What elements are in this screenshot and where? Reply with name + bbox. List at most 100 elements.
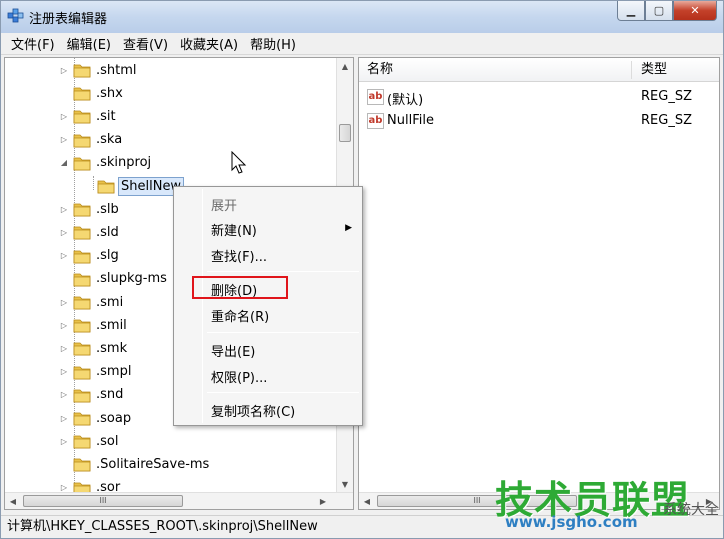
tree-item-label: .smil — [96, 317, 127, 333]
tree-item[interactable]: .SolitaireSave-ms — [59, 453, 211, 475]
menu-file[interactable]: 文件(F) — [5, 34, 61, 53]
submenu-arrow-icon: ▶ — [345, 223, 352, 233]
list-item[interactable]: ab (默认) REG_SZ — [359, 86, 719, 108]
tree-item[interactable]: ▷ .sol — [59, 430, 120, 452]
tree-item-label: .smk — [96, 340, 128, 356]
menu-bar: 文件(F) 编辑(E) 查看(V) 收藏夹(A) 帮助(H) — [1, 33, 723, 55]
folder-icon — [73, 410, 91, 426]
title-bar[interactable]: 注册表编辑器 ▁ ▢ ✕ — [1, 1, 723, 33]
scroll-down-arrow-icon[interactable]: ▼ — [337, 476, 353, 493]
tree-item[interactable]: ▷ .smi — [59, 291, 125, 313]
watermark-url: www.jsgho.com — [505, 513, 638, 531]
list-header: 名称 类型 — [359, 58, 719, 82]
scroll-up-arrow-icon[interactable]: ▲ — [337, 58, 353, 75]
tree-item[interactable]: ▷ .slg — [59, 245, 121, 267]
tree-item-label: .SolitaireSave-ms — [96, 456, 210, 472]
folder-icon — [73, 85, 91, 101]
expand-arrow-icon[interactable]: ▷ — [59, 320, 69, 330]
close-button[interactable]: ✕ — [673, 1, 717, 21]
menu-item-new[interactable]: 新建(N) — [211, 220, 257, 239]
tree-item[interactable]: ▷ .smk — [59, 337, 129, 359]
expand-arrow-icon[interactable]: ▷ — [59, 367, 69, 377]
menu-item-export[interactable]: 导出(E) — [211, 341, 255, 360]
tree-item[interactable]: ShellNew — [83, 175, 185, 197]
tree-item[interactable]: .slupkg-ms — [59, 268, 169, 290]
folder-icon — [73, 155, 91, 171]
list-item[interactable]: ab NullFile REG_SZ — [359, 110, 719, 132]
tree-item[interactable]: ▷ .soap — [59, 407, 133, 429]
folder-icon — [73, 201, 91, 217]
tree-scroll-thumb[interactable] — [339, 124, 351, 142]
menu-item-find[interactable]: 查找(F)... — [211, 246, 267, 265]
expand-arrow-icon[interactable]: ▷ — [59, 251, 69, 261]
tree-item[interactable]: ▷ .smil — [59, 314, 129, 336]
tree-item[interactable]: ▷ .snd — [59, 384, 125, 406]
folder-icon — [73, 456, 91, 472]
expand-arrow-icon[interactable]: ▷ — [59, 65, 69, 75]
tree-item[interactable]: ▷ .smpl — [59, 361, 133, 383]
column-header-type[interactable]: 类型 — [633, 58, 667, 82]
menu-separator — [207, 332, 359, 333]
menu-item-permissions[interactable]: 权限(P)... — [211, 367, 267, 386]
tree-item-label: .shtml — [96, 62, 137, 78]
expand-arrow-icon[interactable]: ▷ — [59, 436, 69, 446]
expand-arrow-icon[interactable]: ▷ — [59, 135, 69, 145]
expand-arrow-icon[interactable]: ▷ — [59, 204, 69, 214]
folder-icon — [73, 271, 91, 287]
value-type: REG_SZ — [641, 89, 692, 104]
folder-icon — [73, 248, 91, 264]
tree-item[interactable]: ▷ .shtml — [59, 59, 139, 81]
tree-item-label: .sol — [96, 433, 119, 449]
folder-icon — [73, 317, 91, 333]
value-name: NullFile — [387, 113, 434, 128]
menu-favorites[interactable]: 收藏夹(A) — [174, 34, 244, 53]
minimize-button[interactable]: ▁ — [617, 1, 645, 21]
scroll-left-arrow-icon[interactable]: ◀ — [5, 493, 21, 509]
expand-arrow-icon[interactable]: ▷ — [59, 390, 69, 400]
expand-arrow-icon[interactable]: ▷ — [59, 413, 69, 423]
tree-item-label: .slb — [96, 201, 119, 217]
values-list-pane[interactable]: 名称 类型 ab (默认) REG_SZ ab NullFile REG_SZ ◀ III… — [358, 57, 720, 510]
column-divider[interactable] — [631, 61, 632, 79]
tree-item[interactable]: ▷ .sit — [59, 105, 118, 127]
menu-edit[interactable]: 编辑(E) — [61, 34, 117, 53]
tree-horizontal-scrollbar[interactable]: ◀ III ▶ — [5, 492, 353, 509]
tree-item-label: .smpl — [96, 364, 132, 380]
list-scroll-left-arrow-icon[interactable]: ◀ — [359, 493, 375, 509]
folder-icon — [73, 294, 91, 310]
expand-arrow-icon[interactable]: ▷ — [59, 297, 69, 307]
column-header-name[interactable]: 名称 — [359, 58, 393, 82]
tree-item[interactable]: ▷ .slb — [59, 198, 121, 220]
menu-view[interactable]: 查看(V) — [117, 34, 174, 53]
maximize-button[interactable]: ▢ — [645, 1, 673, 21]
scroll-right-arrow-icon[interactable]: ▶ — [315, 493, 331, 509]
expand-arrow-icon[interactable]: ▷ — [59, 343, 69, 353]
expand-arrow-icon — [59, 459, 69, 469]
tree-hscroll-thumb[interactable]: III — [23, 495, 183, 507]
value-type: REG_SZ — [641, 113, 692, 128]
expand-arrow-icon[interactable]: ▷ — [59, 227, 69, 237]
menu-item-rename[interactable]: 重命名(R) — [211, 306, 269, 325]
menu-help[interactable]: 帮助(H) — [244, 34, 302, 53]
expand-arrow-icon — [59, 88, 69, 98]
expand-arrow-icon — [83, 181, 93, 191]
watermark-subtitle: 系统大全 — [663, 502, 719, 518]
tree-item-label: .ska — [96, 132, 123, 148]
folder-icon — [73, 433, 91, 449]
tree-item[interactable]: .shx — [59, 82, 125, 104]
folder-icon — [73, 340, 91, 356]
collapse-arrow-icon[interactable]: ◢ — [59, 158, 69, 168]
tree-item[interactable]: ▷ .ska — [59, 129, 124, 151]
window-controls: ▁ ▢ ✕ — [617, 1, 717, 21]
context-menu: 展开 新建(N) ▶ 查找(F)... 删除(D) 重命名(R) 导出(E) 权… — [173, 186, 363, 426]
folder-icon — [73, 364, 91, 380]
folder-icon — [73, 224, 91, 240]
expand-arrow-icon[interactable]: ▷ — [59, 111, 69, 121]
tree-item[interactable]: ▷ .sld — [59, 221, 121, 243]
tree-item-label: .smi — [96, 294, 124, 310]
tree-item[interactable]: ◢ .skinproj — [59, 152, 153, 174]
folder-icon — [97, 178, 115, 194]
tree-item-label: .slupkg-ms — [96, 271, 167, 287]
tree-item-label: .sld — [96, 224, 119, 240]
menu-item-copy-key-name[interactable]: 复制项名称(C) — [211, 401, 295, 420]
